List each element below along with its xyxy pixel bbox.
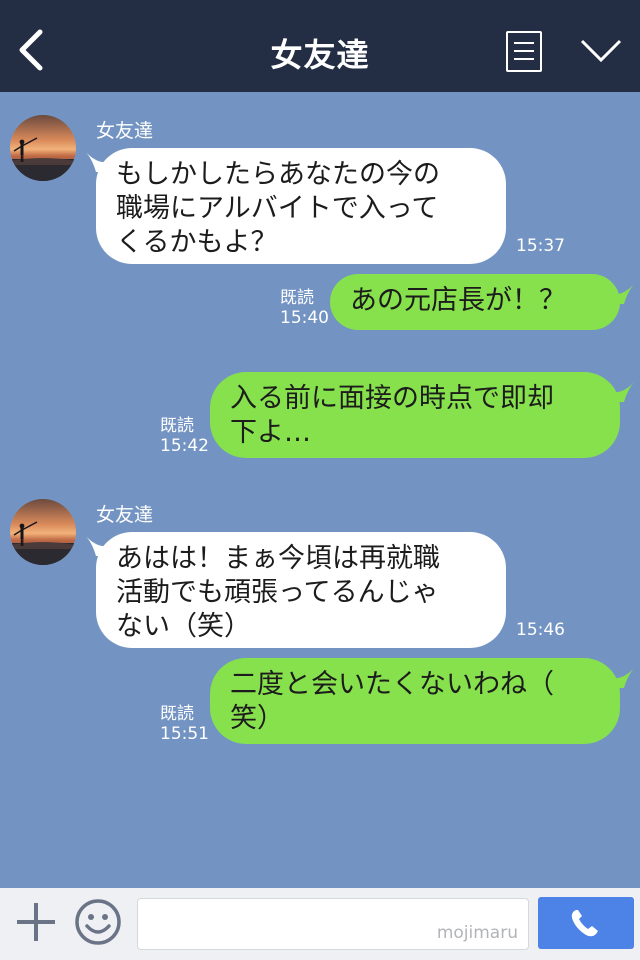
- phone-icon: [571, 910, 598, 937]
- message-time: 15:46: [516, 620, 565, 640]
- read-label: 既読: [280, 288, 314, 308]
- read-receipt: 既読 15:42: [160, 416, 209, 456]
- plus-icon[interactable]: [14, 900, 58, 944]
- bubble-tail: [612, 666, 636, 688]
- sender-name: 女友達: [96, 120, 154, 142]
- message-bubble-outgoing[interactable]: 二度と会いたくないわね（ 笑）: [210, 658, 620, 744]
- read-receipt: 既読 15:51: [160, 704, 209, 744]
- message-bubble-outgoing[interactable]: 入る前に面接の時点で即却 下よ…: [210, 372, 620, 458]
- message-input[interactable]: mojimaru: [137, 898, 529, 950]
- message-time: 15:37: [516, 236, 565, 256]
- message-bubble-incoming[interactable]: もしかしたらあなたの今の 職場にアルバイトで入って くるかもよ？: [96, 148, 506, 264]
- message-time: 15:42: [160, 436, 209, 456]
- message-bubble-incoming[interactable]: あはは！まぁ今頃は再就職 活動でも頑張ってるんじゃ ない（笑）: [96, 532, 506, 648]
- message-time: 15:40: [280, 308, 329, 328]
- read-label: 既読: [160, 416, 194, 436]
- bubble-tail: [612, 282, 636, 304]
- read-label: 既読: [160, 704, 194, 724]
- sender-avatar[interactable]: [10, 115, 76, 181]
- smiley-icon[interactable]: [74, 898, 122, 946]
- message-input-bar: mojimaru: [0, 888, 640, 960]
- chevron-down-icon[interactable]: [580, 38, 622, 64]
- chat-area[interactable]: 女友達 もしかしたらあなたの今の 職場にアルバイトで入って くるかもよ？ 15:…: [0, 92, 640, 888]
- sender-avatar[interactable]: [10, 499, 76, 565]
- sender-name: 女友達: [96, 504, 154, 526]
- message-bubble-outgoing[interactable]: あの元店長が！？: [330, 274, 620, 330]
- note-menu-icon[interactable]: [506, 31, 542, 72]
- call-button[interactable]: [538, 897, 634, 949]
- message-time: 15:51: [160, 724, 209, 744]
- bubble-tail: [612, 380, 636, 402]
- chat-title: 女友達: [270, 36, 370, 74]
- chat-header: 女友達: [0, 0, 640, 92]
- read-receipt: 既読 15:40: [280, 288, 329, 328]
- watermark-text: mojimaru: [436, 923, 518, 943]
